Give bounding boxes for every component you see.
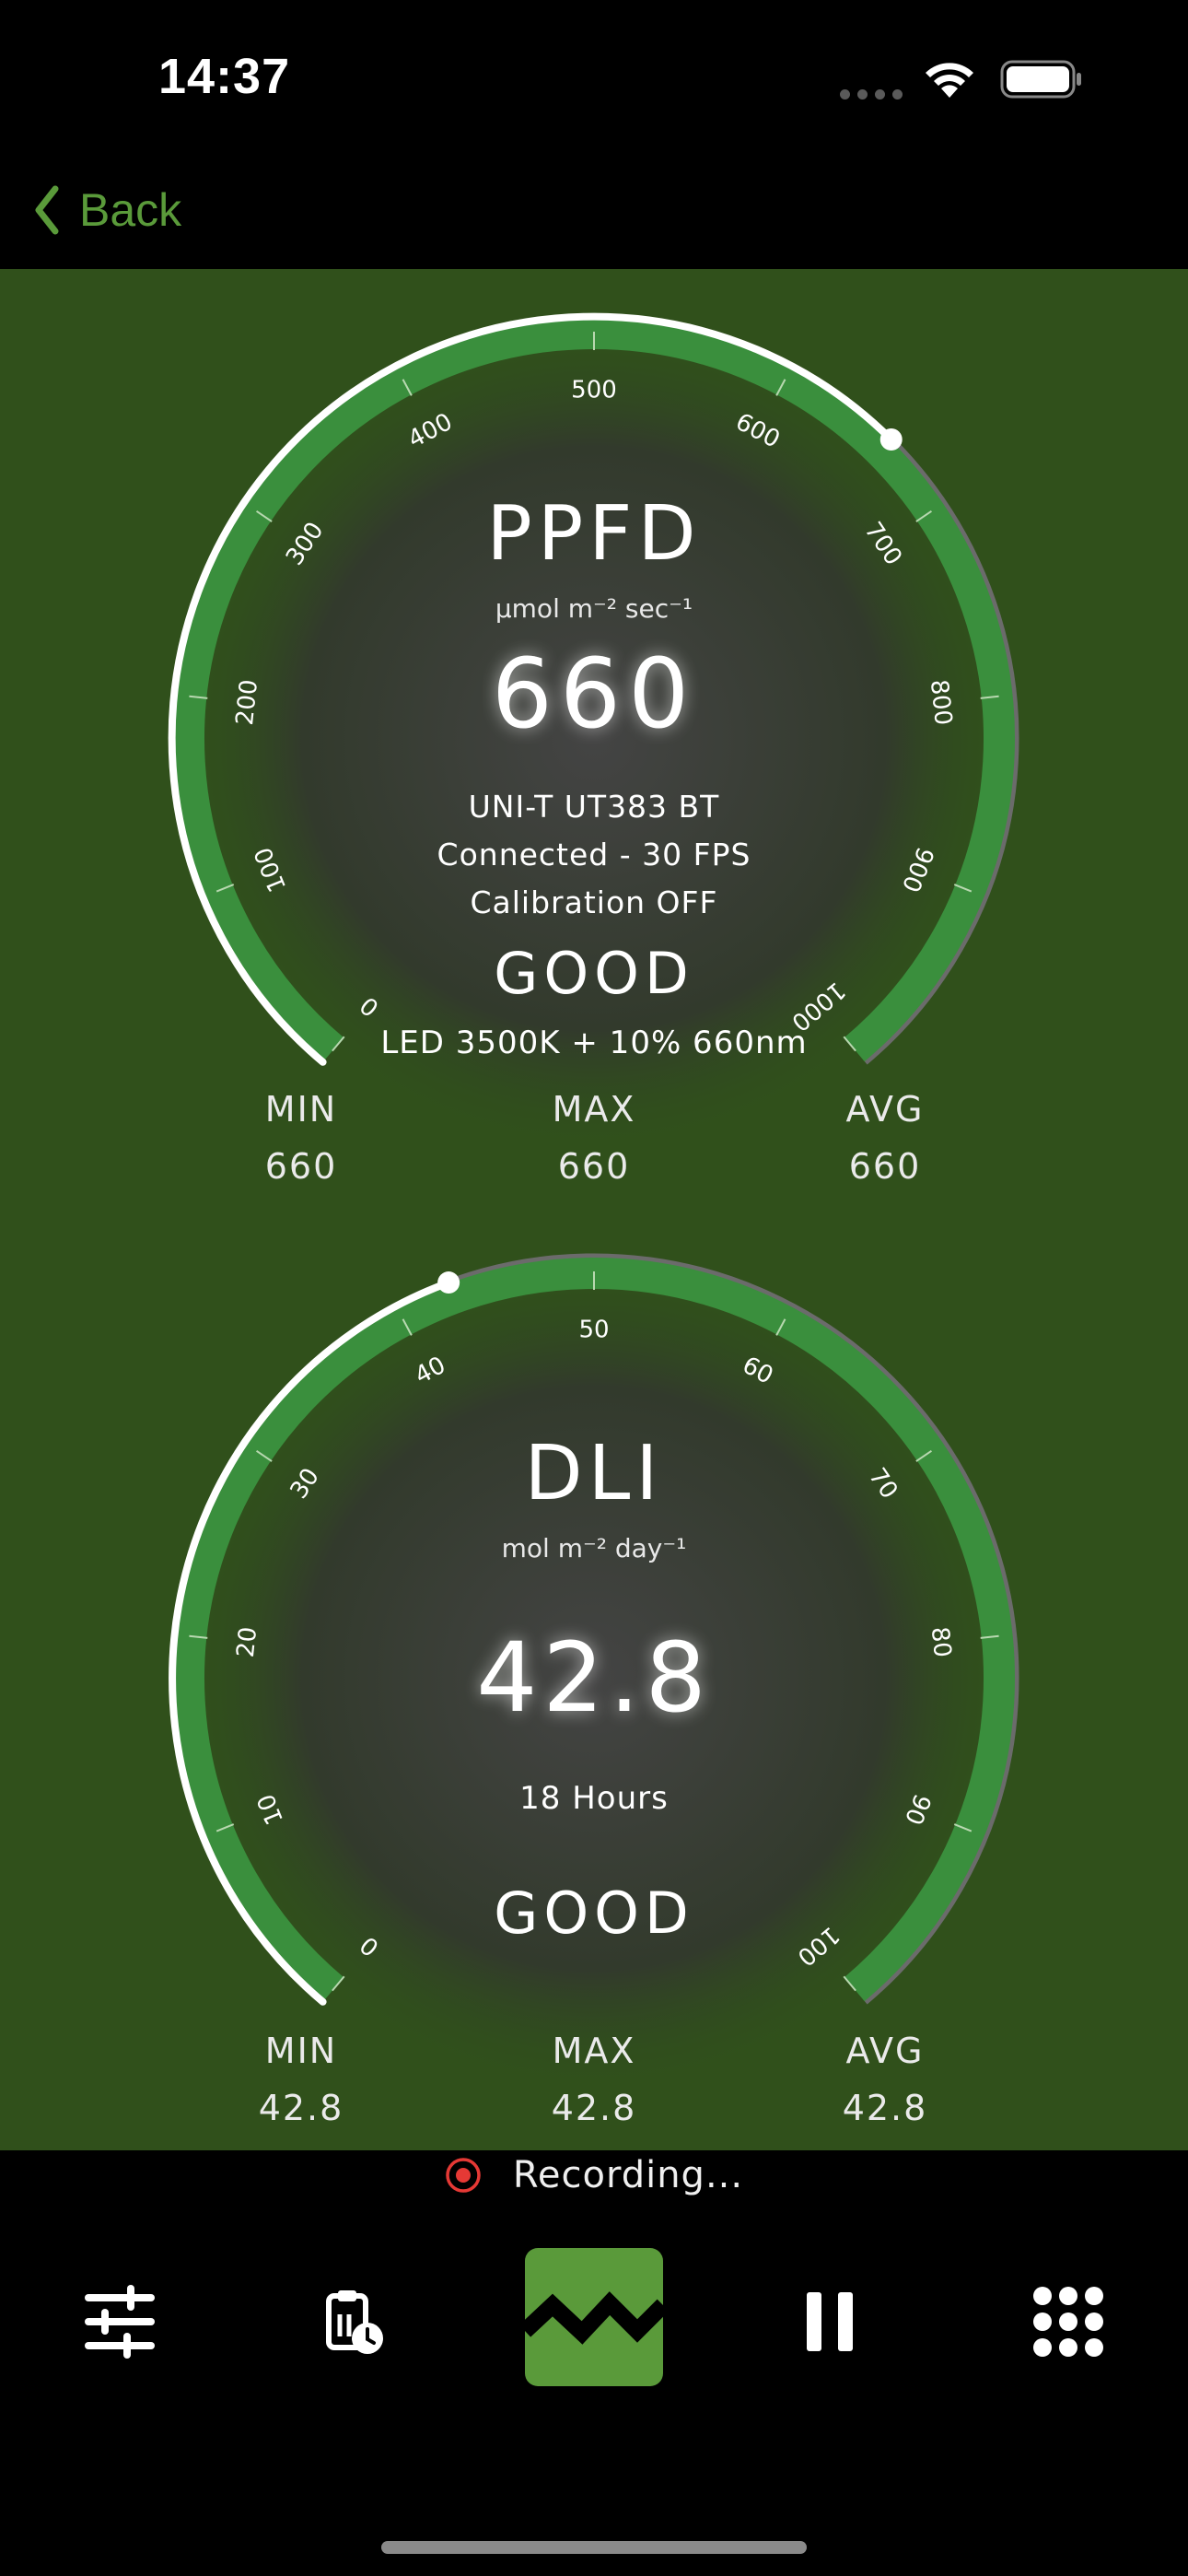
ppfd-min-value: 660 — [264, 1146, 338, 1187]
status-time: 14:37 — [158, 49, 291, 104]
battery-icon — [1000, 60, 1081, 99]
dli-max-value: 42.8 — [551, 2088, 637, 2128]
settings-button[interactable] — [74, 2276, 166, 2368]
ppfd-avg-label: AVG — [845, 1089, 925, 1130]
grid-dots-icon — [1033, 2287, 1103, 2357]
ppfd-connection: Connected - 30 FPS — [437, 837, 751, 872]
ppfd-gauge: 0 100 200 300 400 500 600 700 800 900 1000 PPFD μm… — [0, 269, 1188, 1209]
ppfd-unit: μmol m⁻² sec⁻¹ — [495, 593, 693, 624]
dli-avg-label: AVG — [845, 2031, 925, 2071]
chevron-left-icon — [35, 185, 59, 235]
bottom-toolbar — [0, 2230, 1188, 2414]
menu-button[interactable] — [1022, 2276, 1114, 2368]
ppfd-calibration[interactable]: Calibration OFF — [0, 884, 1188, 920]
dli-value: 42.8 — [476, 1622, 712, 1734]
ppfd-tick-label: 500 — [571, 377, 617, 404]
pause-icon — [807, 2292, 853, 2351]
sliders-icon — [85, 2285, 155, 2359]
cellular-signal-icon — [840, 86, 910, 103]
zigzag-chart-icon — [525, 2291, 663, 2345]
dli-hours[interactable]: 18 Hours — [0, 1780, 1188, 1817]
recording-label: Recording... — [512, 2154, 744, 2196]
status-bar: 14:37 — [0, 0, 1188, 157]
dli-avg-value: 42.8 — [842, 2088, 928, 2128]
chart-button[interactable] — [525, 2248, 663, 2386]
dli-max-label: MAX — [552, 2031, 636, 2071]
ppfd-min-label: MIN — [264, 1089, 338, 1130]
home-indicator — [381, 2541, 807, 2554]
wifi-icon — [926, 63, 973, 98]
dli-gauge-needle-dot — [437, 1271, 460, 1294]
back-label: Back — [79, 184, 182, 236]
ppfd-avg-stat: AVG 660 — [765, 1089, 1005, 1187]
dli-title: DLI — [524, 1430, 664, 1517]
pause-button[interactable] — [785, 2276, 877, 2368]
ppfd-title: PPFD — [486, 490, 702, 578]
dli-min-label: MIN — [264, 2031, 338, 2071]
ppfd-value: 660 — [491, 638, 697, 750]
back-button[interactable]: Back — [33, 182, 181, 238]
dli-gauge: 0 10 20 30 40 50 60 70 80 90 100 DLI mol m⁻² day⁻¹… — [0, 1209, 1188, 2150]
dli-avg-stat: AVG 42.8 — [765, 2031, 1005, 2128]
dli-tick-label: 50 — [578, 1317, 609, 1344]
record-icon — [446, 2158, 481, 2193]
main-panel: 0 100 200 300 400 500 600 700 800 900 1000 PPFD μm… — [0, 269, 1188, 2150]
ppfd-avg-value: 660 — [848, 1146, 922, 1187]
dli-max-stat: MAX 42.8 — [474, 2031, 714, 2128]
ppfd-light-source[interactable]: LED 3500K + 10% 660nm — [0, 1025, 1188, 1061]
dli-min-value: 42.8 — [258, 2088, 344, 2128]
history-button[interactable] — [308, 2276, 400, 2368]
clipboard-clock-icon — [326, 2290, 383, 2354]
ppfd-rating: GOOD — [494, 940, 694, 1007]
dli-unit: mol m⁻² day⁻¹ — [501, 1533, 687, 1563]
ppfd-device: UNI-T UT383 BT — [468, 789, 720, 825]
ppfd-max-value: 660 — [557, 1146, 631, 1187]
ppfd-max-stat: MAX 660 — [474, 1089, 714, 1187]
dli-min-stat: MIN 42.8 — [181, 2031, 421, 2128]
ppfd-max-label: MAX — [552, 1089, 636, 1130]
dli-rating: GOOD — [494, 1879, 694, 1947]
ppfd-gauge-needle-dot — [879, 428, 903, 451]
recording-indicator: Recording... — [0, 2150, 1188, 2200]
ppfd-min-stat: MIN 660 — [181, 1089, 421, 1187]
